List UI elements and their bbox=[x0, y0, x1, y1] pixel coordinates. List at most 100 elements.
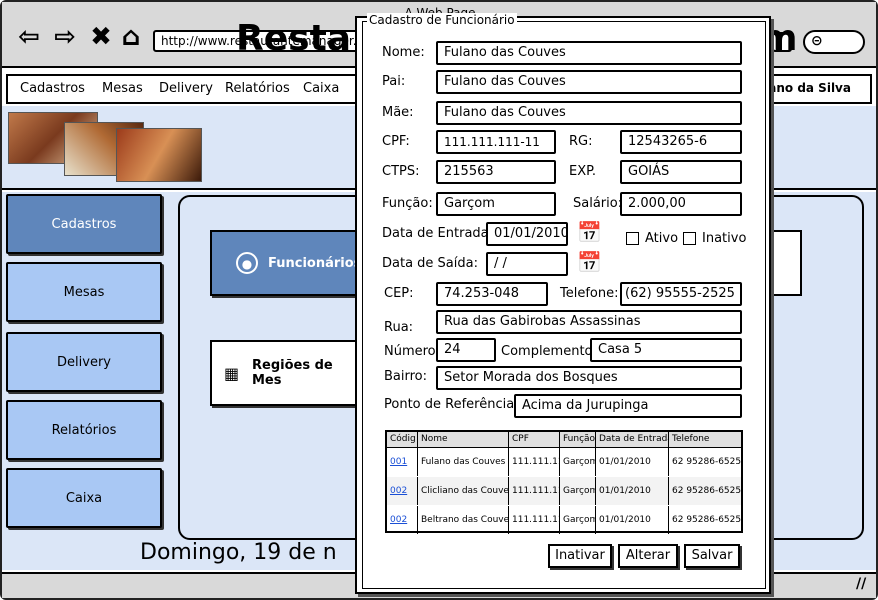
table-cell: 62 95286-6525 bbox=[669, 477, 741, 505]
exp-field[interactable]: GOIÁS bbox=[620, 160, 742, 184]
bairro-field[interactable]: Setor Morada dos Bosques bbox=[436, 366, 742, 390]
rg-field[interactable]: 12543265-6 bbox=[620, 130, 742, 154]
table-cell: Garçom bbox=[560, 506, 596, 534]
grid-icon: ▦ bbox=[224, 364, 240, 383]
label-cpf: CPF: bbox=[382, 134, 410, 149]
col-header[interactable]: Data de Entrada bbox=[596, 432, 669, 448]
table-cell[interactable]: 002 bbox=[387, 477, 418, 505]
table-cell: Beltrano das Couves bbox=[418, 506, 509, 534]
col-header[interactable]: Função bbox=[560, 432, 596, 448]
label-exp: EXP. bbox=[569, 164, 597, 179]
table-cell: Fulano das Couves bbox=[418, 448, 509, 476]
inativo-checkbox[interactable] bbox=[683, 232, 696, 245]
label-ativo: Ativo bbox=[645, 231, 679, 246]
rua-field[interactable]: Rua das Gabirobas Assassinas bbox=[436, 310, 742, 334]
menu-item-delivery[interactable]: Delivery bbox=[159, 81, 213, 96]
table-cell: 01/01/2010 bbox=[596, 506, 669, 534]
label-inativo: Inativo bbox=[702, 231, 747, 246]
menu-item-mesas[interactable]: Mesas bbox=[102, 81, 143, 96]
ctps-field[interactable]: 215563 bbox=[436, 160, 556, 184]
table-cell: Garçom bbox=[560, 477, 596, 505]
form-legend: Cadastro de Funcionário bbox=[367, 13, 517, 27]
tile-label: Regiões de Mes bbox=[252, 358, 333, 388]
complemento-field[interactable]: Casa 5 bbox=[590, 338, 742, 362]
cep-field[interactable]: 74.253-048 bbox=[436, 282, 548, 306]
employees-table: Códig Nome CPF Função Data de Entrada Te… bbox=[385, 430, 743, 534]
funcionarios-tile[interactable]: ● Funcionários bbox=[210, 230, 362, 296]
table-cell[interactable]: 001 bbox=[387, 448, 418, 476]
label-numero: Número: bbox=[384, 344, 441, 359]
pai-field[interactable]: Fulano das Couves bbox=[436, 70, 742, 94]
mae-field[interactable]: Fulano das Couves bbox=[436, 101, 742, 125]
inativar-button[interactable]: Inativar bbox=[548, 544, 612, 568]
label-pai: Pai: bbox=[382, 74, 406, 89]
label-telefone: Telefone: bbox=[560, 286, 619, 301]
label-ctps: CTPS: bbox=[382, 164, 420, 179]
sidebar-item-mesas[interactable]: Mesas bbox=[6, 262, 162, 322]
label-saida: Data de Saída: bbox=[382, 256, 478, 271]
entrada-field[interactable]: 01/01/2010 bbox=[486, 222, 568, 246]
calendar-icon[interactable]: 📅 bbox=[577, 222, 602, 242]
table-cell: 111.111.111-11 bbox=[509, 506, 560, 534]
row-code-link[interactable]: 002 bbox=[390, 515, 407, 525]
label-rua: Rua: bbox=[384, 320, 414, 335]
col-header[interactable]: CPF bbox=[509, 432, 560, 448]
sidebar-item-delivery[interactable]: Delivery bbox=[6, 332, 162, 392]
back-arrow-icon[interactable]: ⇦ bbox=[14, 22, 44, 52]
table-cell: 62 95286-6525 bbox=[672, 457, 741, 467]
user-icon: ● bbox=[236, 252, 258, 274]
row-code-link[interactable]: 002 bbox=[390, 486, 407, 496]
site-brand: Resta bbox=[236, 18, 352, 59]
menu-item-cadastros[interactable]: Cadastros bbox=[20, 81, 85, 96]
label-funcao: Função: bbox=[382, 196, 433, 211]
sidebar-item-caixa[interactable]: Caixa bbox=[6, 468, 162, 528]
label-entrada: Data de Entrada: bbox=[382, 226, 494, 241]
label-complemento: Complemento: bbox=[501, 344, 597, 359]
search-icon: ⊝ bbox=[811, 33, 823, 49]
label-referencia: Ponto de Referência: bbox=[384, 397, 519, 412]
calendar-icon[interactable]: 📅 bbox=[577, 252, 602, 272]
tile-label: Funcionários bbox=[268, 255, 362, 271]
home-icon[interactable]: ⌂ bbox=[116, 22, 146, 52]
search-box[interactable]: ⊝ bbox=[803, 30, 865, 54]
col-header[interactable]: Telefone bbox=[669, 432, 741, 448]
sidebar-item-cadastros[interactable]: Cadastros bbox=[6, 194, 162, 254]
col-header[interactable]: Códig bbox=[387, 432, 418, 448]
table-cell: 62 95286-6525 bbox=[672, 515, 741, 525]
close-icon[interactable]: ✖ bbox=[86, 22, 116, 52]
menu-item-caixa[interactable]: Caixa bbox=[303, 81, 339, 96]
label-mae: Mãe: bbox=[382, 105, 414, 120]
alterar-button[interactable]: Alterar bbox=[618, 544, 678, 568]
table-cell: Garçom bbox=[560, 448, 596, 476]
table-cell: 01/01/2010 bbox=[596, 477, 669, 505]
col-header[interactable]: Nome bbox=[418, 432, 509, 448]
forward-arrow-icon[interactable]: ⇨ bbox=[50, 22, 80, 52]
salvar-button[interactable]: Salvar bbox=[684, 544, 740, 568]
table-cell: 111.111.111-11 bbox=[509, 477, 560, 505]
telefone-field[interactable]: (62) 95555-2525 bbox=[620, 282, 742, 306]
funcao-field[interactable]: Garçom bbox=[436, 192, 556, 216]
saida-field[interactable]: / / bbox=[486, 252, 568, 276]
table-cell: 01/01/2010 bbox=[596, 448, 669, 476]
label-salario: Salário: bbox=[573, 196, 623, 211]
table-cell: 111.111.111-11 bbox=[509, 448, 560, 476]
cpf-field[interactable]: 111.111.111-11 bbox=[436, 130, 556, 154]
label-bairro: Bairro: bbox=[384, 369, 428, 384]
label-nome: Nome: bbox=[382, 45, 425, 60]
sidebar-item-relatorios[interactable]: Relatórios bbox=[6, 400, 162, 460]
menu-item-relatorios[interactable]: Relatórios bbox=[225, 81, 290, 96]
numero-field[interactable]: 24 bbox=[436, 338, 496, 362]
regioes-tile[interactable]: ▦ Regiões de Mes bbox=[210, 340, 360, 406]
nome-field[interactable]: Fulano das Couves bbox=[436, 41, 742, 65]
row-code-link[interactable]: 001 bbox=[390, 457, 407, 467]
footer-date: Domingo, 19 de n bbox=[140, 540, 337, 565]
label-rg: RG: bbox=[569, 134, 593, 149]
table-cell[interactable]: 002 bbox=[387, 506, 418, 534]
ativo-checkbox[interactable] bbox=[626, 232, 639, 245]
referencia-field[interactable]: Acima da Jurupinga bbox=[514, 394, 742, 418]
resize-grip-icon[interactable]: // bbox=[856, 576, 866, 592]
label-cep: CEP: bbox=[384, 286, 414, 301]
salario-field[interactable]: 2.000,00 bbox=[620, 192, 742, 216]
table-cell: Clicliano das Couves bbox=[418, 477, 509, 505]
food-photo bbox=[116, 128, 202, 182]
